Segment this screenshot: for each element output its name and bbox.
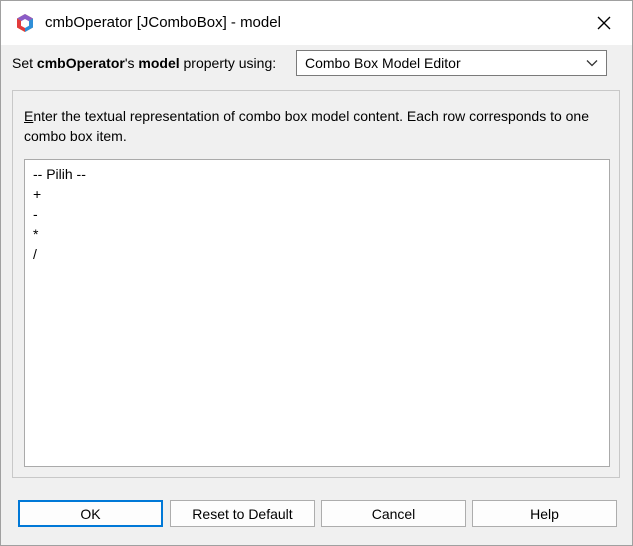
help-button[interactable]: Help xyxy=(472,500,617,527)
editor-select[interactable]: Combo Box Model Editor xyxy=(296,50,607,76)
close-button[interactable] xyxy=(586,7,622,39)
property-editor-row: Set cmbOperator's model property using: … xyxy=(12,50,612,78)
instruction-text: Enter the textual representation of comb… xyxy=(24,108,590,144)
list-item: -- Pilih -- xyxy=(33,166,86,182)
window-title: cmbOperator [JComboBox] - model xyxy=(45,14,281,31)
netbeans-cube-icon xyxy=(17,14,33,32)
dialog-window: cmbOperator [JComboBox] - model Set cmbO… xyxy=(0,0,633,546)
list-item: * xyxy=(33,226,39,242)
model-editor-panel: Enter the textual representation of comb… xyxy=(12,90,620,478)
property-editor-label: Set cmbOperator's model property using: xyxy=(12,55,277,71)
editor-select-value: Combo Box Model Editor xyxy=(305,55,461,71)
close-icon xyxy=(597,16,611,30)
chevron-down-icon xyxy=(586,60,598,67)
ok-button[interactable]: OK xyxy=(18,500,163,527)
title-bar: cmbOperator [JComboBox] - model xyxy=(1,1,632,45)
property-name: model xyxy=(138,55,180,71)
list-item: + xyxy=(33,186,42,202)
list-item: - xyxy=(33,206,38,222)
cancel-button[interactable]: Cancel xyxy=(321,500,466,527)
component-name: cmbOperator xyxy=(36,55,125,71)
model-items-textarea[interactable]: -- Pilih -- + - * / xyxy=(24,159,610,467)
list-item: / xyxy=(33,246,37,262)
reset-to-default-button[interactable]: Reset to Default xyxy=(170,500,315,527)
